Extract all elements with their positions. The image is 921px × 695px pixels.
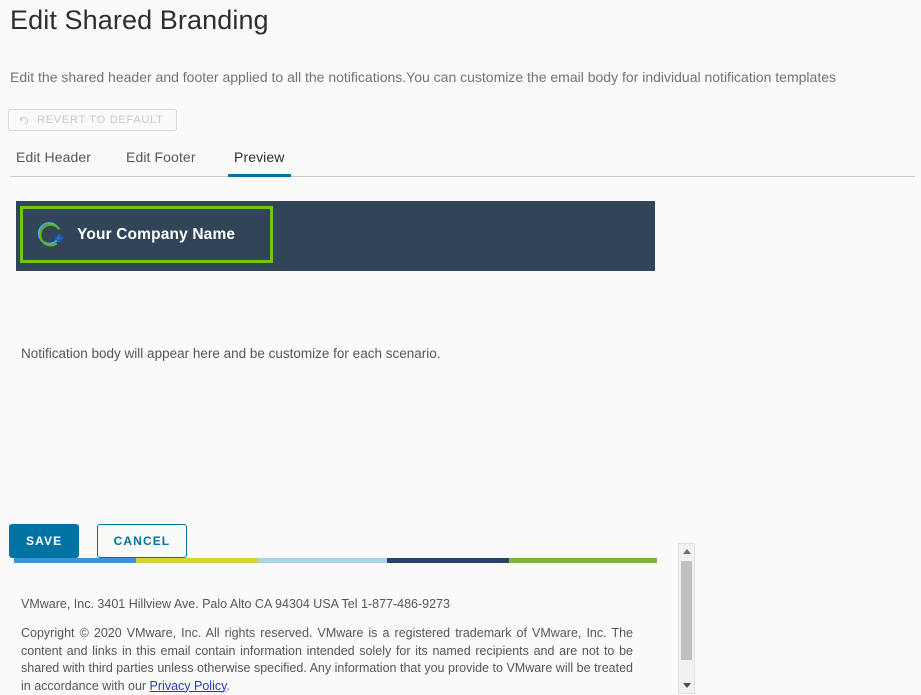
email-body-placeholder-text: Notification body will appear here and b…: [21, 346, 441, 361]
color-strip-segment-1: [136, 558, 259, 563]
tab-preview-label: Preview: [234, 149, 285, 165]
footer-copyright-text: Copyright © 2020 VMware, Inc. All rights…: [21, 625, 633, 695]
tab-edit-footer[interactable]: Edit Footer: [120, 144, 202, 177]
page-title: Edit Shared Branding: [10, 5, 269, 35]
tab-preview[interactable]: Preview: [228, 144, 291, 177]
caret-up-icon[interactable]: [679, 544, 694, 559]
cancel-button[interactable]: CANCEL: [96, 524, 188, 558]
save-button-label: SAVE: [26, 534, 63, 548]
caret-down-icon[interactable]: [679, 678, 694, 693]
preview-pane: Your Company Name Notification body will…: [0, 177, 921, 694]
tab-edit-header-label: Edit Header: [16, 149, 92, 165]
color-strip-segment-0: [14, 558, 137, 563]
logo-selection-box[interactable]: Your Company Name: [20, 206, 273, 263]
color-strip-segment-3: [386, 558, 510, 563]
preview-scrollbar[interactable]: [678, 543, 695, 694]
color-strip-segment-2: [258, 558, 387, 563]
privacy-policy-link[interactable]: Privacy Policy: [150, 679, 227, 693]
revert-to-default-label: REVERT TO DEFAULT: [37, 114, 164, 126]
tab-edit-footer-label: Edit Footer: [126, 149, 196, 165]
copyright-text-after-link: .: [226, 678, 230, 693]
company-logo-icon: [35, 220, 65, 250]
tab-bar: Edit Header Edit Footer Preview: [0, 144, 921, 177]
color-strip-segment-4: [509, 558, 657, 563]
revert-to-default-button[interactable]: REVERT TO DEFAULT: [8, 109, 177, 131]
footer-address-text: VMware, Inc. 3401 Hillview Ave. Palo Alt…: [21, 597, 450, 611]
company-name-text: Your Company Name: [77, 225, 236, 243]
footer-color-strip: [14, 558, 657, 563]
scrollbar-thumb[interactable]: [681, 561, 692, 660]
form-actions: SAVE CANCEL: [9, 524, 188, 558]
page-description: Edit the shared header and footer applie…: [10, 69, 836, 85]
save-button[interactable]: SAVE: [9, 524, 80, 558]
cancel-button-label: CANCEL: [113, 534, 171, 548]
copyright-text-before-link: Copyright © 2020 VMware, Inc. All rights…: [21, 626, 633, 693]
undo-arrow-icon: [17, 114, 30, 127]
email-header-banner: Your Company Name: [16, 201, 655, 271]
tab-edit-header[interactable]: Edit Header: [10, 144, 97, 177]
